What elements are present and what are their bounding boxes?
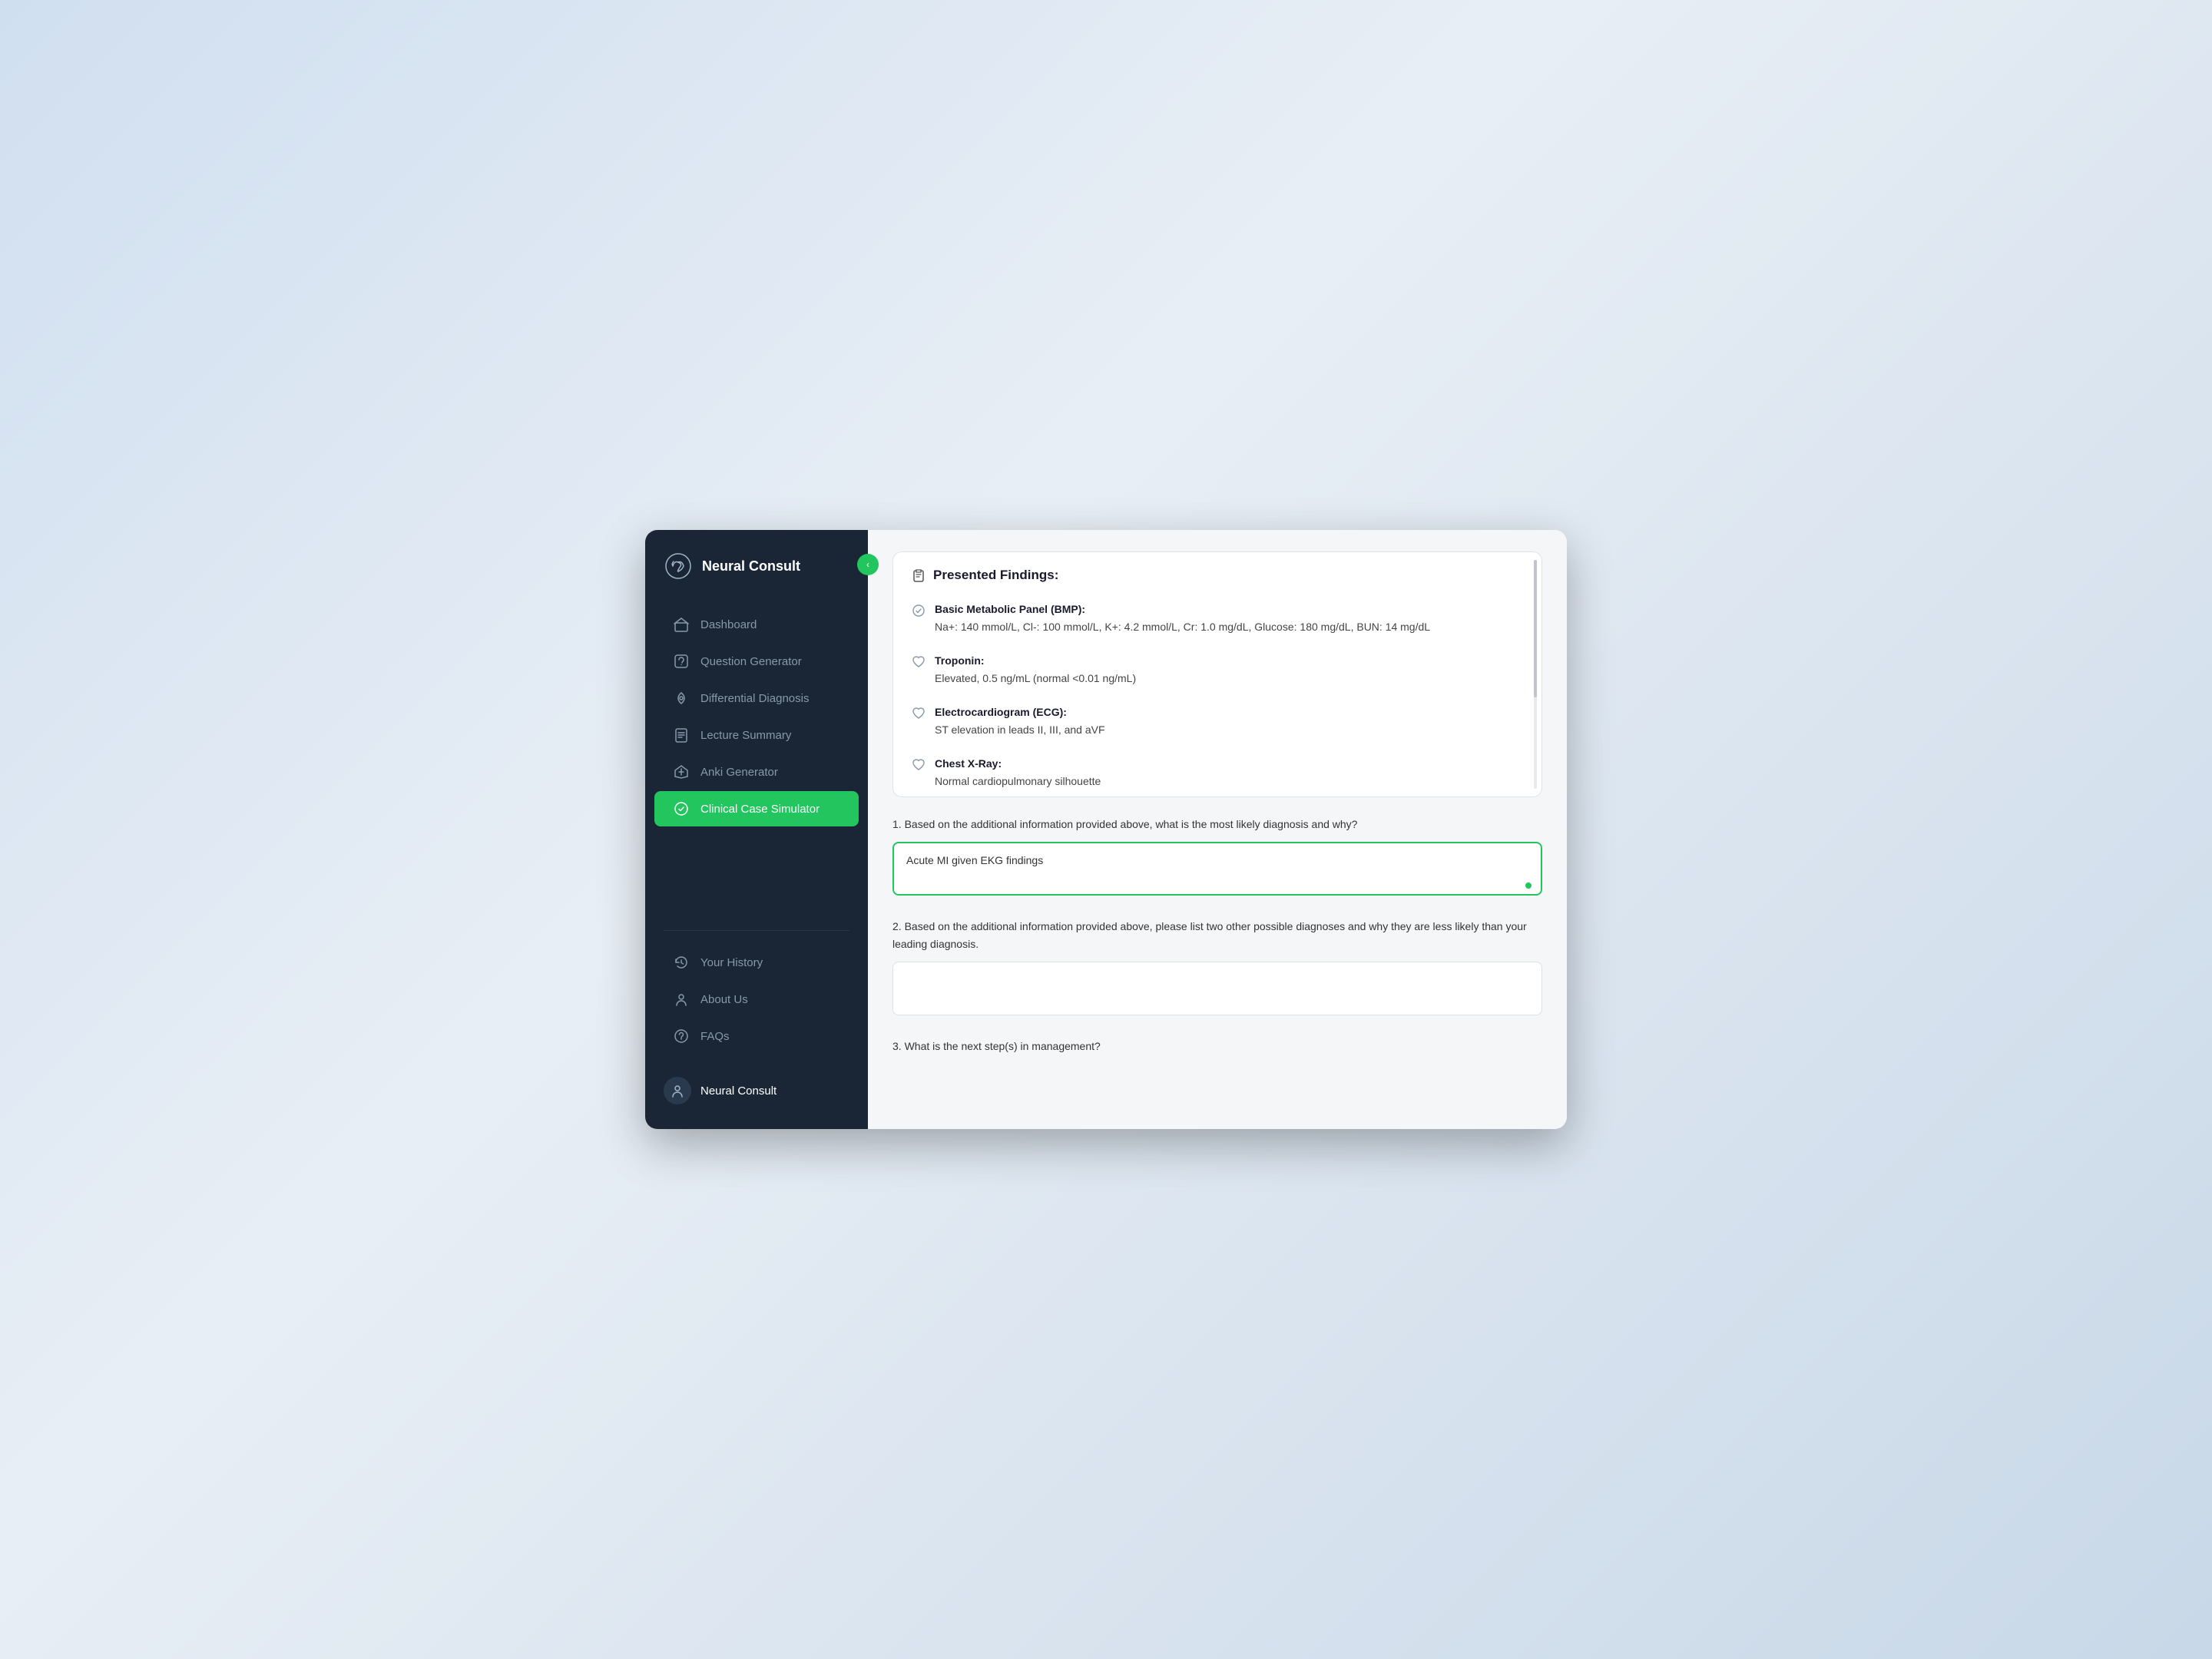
faqs-icon (673, 1028, 690, 1045)
scrollbar-track (1534, 560, 1537, 789)
sidebar-item-question-generator-label: Question Generator (700, 655, 802, 668)
sidebar-item-lecture-summary-label: Lecture Summary (700, 729, 791, 742)
sidebar-header: Neural Consult ‹ (645, 530, 868, 599)
user-name: Neural Consult (700, 1084, 777, 1098)
main-content: Presented Findings: Basic Metabolic Pane… (868, 530, 1567, 1129)
finding-xray-value: Normal cardiopulmonary silhouette (912, 775, 1523, 787)
finding-bmp-value: Na+: 140 mmol/L, Cl-: 100 mmol/L, K+: 4.… (912, 621, 1523, 633)
sidebar: Neural Consult ‹ Dashboard (645, 530, 868, 1129)
about-us-icon (673, 991, 690, 1008)
sidebar-item-clinical-case-simulator[interactable]: Clinical Case Simulator (654, 791, 859, 826)
anki-icon (673, 763, 690, 780)
logo-icon (664, 551, 693, 581)
app-title: Neural Consult (702, 558, 800, 575)
heart-icon-troponin (912, 655, 927, 671)
history-icon (673, 954, 690, 971)
finding-ecg-name: Electrocardiogram (ECG): (935, 706, 1067, 718)
lecture-summary-icon (673, 727, 690, 743)
question-gen-icon (673, 653, 690, 670)
finding-item-chest-xray: Chest X-Ray: Normal cardiopulmonary silh… (912, 750, 1523, 795)
scrollbar-thumb (1534, 560, 1537, 697)
user-profile-item[interactable]: Neural Consult (664, 1071, 849, 1111)
clipboard-icon (912, 568, 926, 582)
app-window: Neural Consult ‹ Dashboard (645, 530, 1567, 1129)
sidebar-item-dashboard[interactable]: Dashboard (654, 607, 859, 642)
sidebar-item-differential-diagnosis[interactable]: Differential Diagnosis (654, 680, 859, 716)
sidebar-item-faqs[interactable]: FAQs (654, 1018, 859, 1054)
sidebar-divider (664, 930, 849, 931)
heart-icon-xray (912, 758, 927, 773)
sidebar-user-section: Neural Consult (645, 1058, 868, 1129)
finding-item-ecg: Electrocardiogram (ECG): ST elevation in… (912, 698, 1523, 743)
sidebar-item-about-us[interactable]: About Us (654, 982, 859, 1017)
findings-list: Basic Metabolic Panel (BMP): Na+: 140 mm… (912, 595, 1523, 795)
clinical-case-icon (673, 800, 690, 817)
findings-card: Presented Findings: Basic Metabolic Pane… (892, 551, 1542, 797)
sidebar-item-clinical-case-simulator-label: Clinical Case Simulator (700, 803, 820, 816)
question-2-input-wrapper (892, 962, 1542, 1019)
question-2-answer-input[interactable] (892, 962, 1542, 1015)
sidebar-item-your-history-label: Your History (700, 956, 763, 969)
sidebar-item-lecture-summary[interactable]: Lecture Summary (654, 717, 859, 753)
sidebar-bottom-nav: Your History About Us (645, 940, 868, 1058)
sidebar-item-dashboard-label: Dashboard (700, 618, 757, 631)
sidebar-item-faqs-label: FAQs (700, 1030, 730, 1043)
findings-title: Presented Findings: (933, 568, 1058, 583)
diff-diag-icon (673, 690, 690, 707)
question-2-section: 2. Based on the additional information p… (892, 918, 1542, 1019)
sidebar-nav: Dashboard Question Generator (645, 599, 868, 921)
sidebar-item-question-generator[interactable]: Question Generator (654, 644, 859, 679)
sidebar-item-anki-generator[interactable]: Anki Generator (654, 754, 859, 790)
sidebar-item-about-us-label: About Us (700, 993, 748, 1006)
finding-item-bmp: Basic Metabolic Panel (BMP): Na+: 140 mm… (912, 595, 1523, 641)
sidebar-item-your-history[interactable]: Your History (654, 945, 859, 980)
home-icon (673, 616, 690, 633)
finding-xray-name: Chest X-Ray: (935, 757, 1002, 770)
question-1-input-wrapper (892, 842, 1542, 899)
question-1-answer-input[interactable] (892, 842, 1542, 896)
question-1-section: 1. Based on the additional information p… (892, 816, 1542, 899)
question-3-text: 3. What is the next step(s) in managemen… (892, 1038, 1542, 1055)
sidebar-item-differential-diagnosis-label: Differential Diagnosis (700, 692, 809, 705)
finding-bmp-name: Basic Metabolic Panel (BMP): (935, 603, 1085, 615)
heart-icon-ecg (912, 707, 927, 722)
check-icon (912, 604, 927, 619)
finding-ecg-value: ST elevation in leads II, III, and aVF (912, 724, 1523, 736)
question-1-text: 1. Based on the additional information p… (892, 816, 1542, 833)
question-3-section: 3. What is the next step(s) in managemen… (892, 1038, 1542, 1055)
question-2-text: 2. Based on the additional information p… (892, 918, 1542, 952)
sidebar-item-anki-generator-label: Anki Generator (700, 766, 778, 779)
user-avatar (664, 1077, 691, 1104)
finding-troponin-value: Elevated, 0.5 ng/mL (normal <0.01 ng/mL) (912, 672, 1523, 684)
finding-item-troponin: Troponin: Elevated, 0.5 ng/mL (normal <0… (912, 647, 1523, 692)
collapse-sidebar-button[interactable]: ‹ (857, 554, 879, 575)
findings-header: Presented Findings: (912, 568, 1523, 583)
finding-troponin-name: Troponin: (935, 654, 985, 667)
